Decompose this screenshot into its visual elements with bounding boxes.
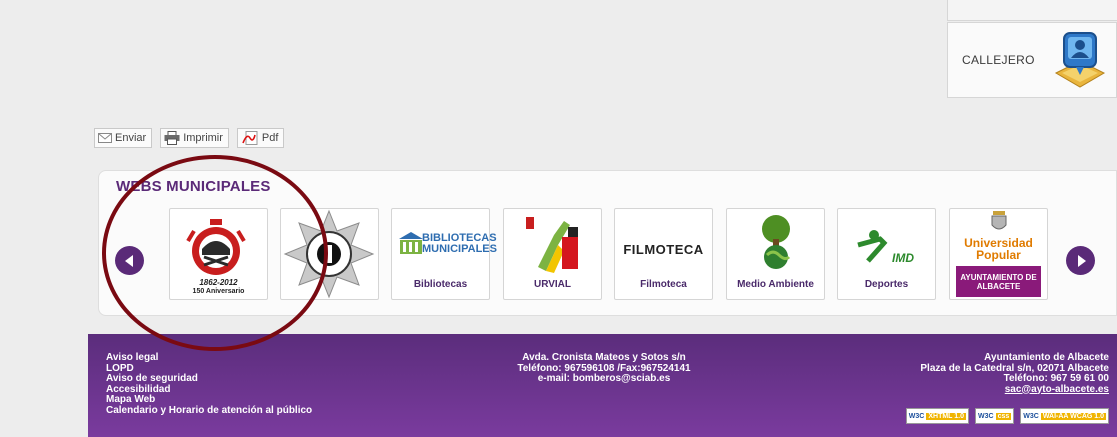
css-badge[interactable]: W3C css — [975, 408, 1015, 424]
imd-logo-icon — [857, 230, 888, 263]
badge-w3c-label: W3C — [908, 412, 925, 420]
imprimir-button[interactable]: Imprimir — [160, 128, 229, 148]
toolbar: Enviar Imprimir Pdf — [94, 128, 285, 148]
filmoteca-logo-text: FILMOTECA — [623, 242, 704, 257]
footer-address: Avda. Cronista Mateos y Sotos s/n Teléfo… — [484, 352, 724, 385]
footer-link-mapa-web[interactable]: Mapa Web — [106, 394, 312, 406]
enviar-label: Enviar — [115, 132, 147, 144]
footer-links: Aviso legal LOPD Aviso de seguridad Acce… — [106, 352, 312, 417]
imprimir-label: Imprimir — [183, 132, 223, 144]
map-user-icon — [1054, 32, 1106, 88]
chevron-left-icon — [124, 254, 133, 267]
web-card-filmoteca[interactable]: FILMOTECA Filmoteca — [614, 208, 713, 300]
urvial-logo-icon — [526, 217, 578, 273]
web-card-bibliotecas[interactable]: BIBLIOTECAS MUNICIPALES Bibliotecas — [391, 208, 497, 300]
footer-link-calendario[interactable]: Calendario y Horario de atención al públ… — [106, 405, 312, 417]
carousel-next-button[interactable] — [1066, 246, 1095, 275]
web-card-urvial[interactable]: URVIAL — [503, 208, 602, 300]
ayuntamiento-banner: AYUNTAMIENTO DE ALBACETE — [956, 266, 1041, 297]
enviar-button[interactable]: Enviar — [94, 128, 153, 148]
wai-badge[interactable]: W3C WAI-AA WCAG 1.0 — [1020, 408, 1109, 424]
footer-ayuntamiento: Ayuntamiento de Albacete Plaza de la Cat… — [920, 352, 1109, 396]
footer-link-aviso-legal[interactable]: Aviso legal — [106, 352, 312, 364]
header-tab — [947, 0, 1117, 21]
web-card-medio-ambiente[interactable]: Medio Ambiente — [726, 208, 825, 300]
web-card-deportes[interactable]: IMD Deportes — [837, 208, 936, 300]
w3c-badges: W3C XHTML 1.0 W3C css W3C WAI-AA WCAG 1.0 — [905, 408, 1109, 424]
web-card-policia-local[interactable] — [280, 208, 379, 300]
pdf-label: Pdf — [261, 132, 279, 144]
filmoteca-caption: Filmoteca — [640, 279, 687, 290]
bomberos-caption: 150 Aniversario — [192, 288, 245, 295]
webs-title: WEBS MUNICIPALES — [116, 178, 271, 195]
footer-address-line: Avda. Cronista Mateos y Sotos s/n — [522, 352, 686, 363]
bibliotecas-logo-text: BIBLIOTECAS MUNICIPALES — [422, 232, 497, 255]
footer-link-aviso-seguridad[interactable]: Aviso de seguridad — [106, 373, 312, 385]
ayto-email-link[interactable]: sac@ayto-albacete.es — [920, 384, 1109, 396]
badge-w3c-label: W3C — [978, 412, 994, 420]
callejero-label: CALLEJERO — [962, 53, 1035, 67]
chevron-right-icon — [1077, 254, 1086, 267]
bibliotecas-logo-icon — [399, 232, 423, 254]
bibliotecas-caption: Bibliotecas — [413, 279, 468, 290]
callejero-button[interactable]: CALLEJERO — [947, 22, 1117, 98]
ayto-phone: Teléfono: 967 59 61 00 — [1003, 373, 1109, 384]
printer-icon — [164, 131, 180, 145]
envelope-icon — [98, 133, 112, 143]
pdf-button[interactable]: Pdf — [236, 128, 285, 148]
universidad-logo-text: Universidad Popular — [964, 236, 1033, 262]
badge-xhtml-label: XHTML 1.0 — [926, 412, 966, 420]
police-badge-icon — [283, 209, 375, 299]
web-card-bomberos[interactable]: 1862-2012 150 Aniversario — [169, 208, 268, 300]
pdf-icon — [242, 131, 258, 145]
imd-logo-text: IMD — [892, 251, 914, 265]
medio-ambiente-caption: Medio Ambiente — [737, 279, 814, 290]
carousel-prev-button[interactable] — [115, 246, 144, 275]
bomberos-years: 1862-2012 — [199, 278, 238, 287]
tree-globe-icon — [762, 215, 791, 269]
coat-of-arms-icon — [991, 211, 1007, 230]
badge-w3c-label: W3C — [1023, 412, 1039, 420]
deportes-caption: Deportes — [864, 279, 909, 290]
xhtml-badge[interactable]: W3C XHTML 1.0 — [905, 408, 969, 424]
footer: Aviso legal LOPD Aviso de seguridad Acce… — [88, 334, 1117, 437]
badge-css-label: css — [995, 412, 1012, 420]
ayto-name: Ayuntamiento de Albacete — [984, 352, 1109, 363]
badge-wai-label: WAI-AA WCAG 1.0 — [1040, 412, 1106, 420]
urvial-caption: URVIAL — [533, 279, 572, 290]
web-card-universidad-popular[interactable]: Universidad Popular AYUNTAMIENTO DE ALBA… — [949, 208, 1048, 300]
footer-email-line: e-mail: bomberos@sciab.es — [537, 373, 671, 384]
